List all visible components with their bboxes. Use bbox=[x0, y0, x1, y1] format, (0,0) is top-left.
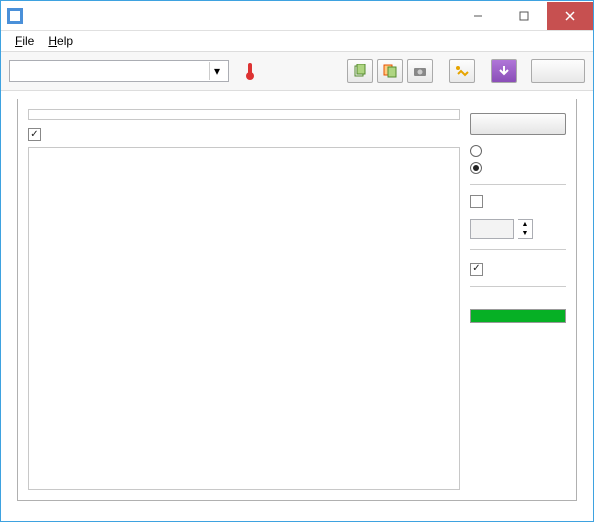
checkbox-icon bbox=[28, 128, 41, 141]
rw-radiogroup bbox=[470, 143, 566, 174]
screenshot-button[interactable] bbox=[407, 59, 433, 83]
progress-bar bbox=[470, 309, 566, 323]
temperature-display bbox=[243, 61, 261, 81]
align-checkbox[interactable] bbox=[470, 260, 566, 276]
drive-select[interactable]: ▾ bbox=[9, 60, 229, 82]
checkbox-icon bbox=[470, 195, 483, 208]
thermometer-icon bbox=[243, 61, 257, 81]
minimize-button[interactable] bbox=[455, 2, 501, 30]
copy-info-button[interactable] bbox=[347, 59, 373, 83]
stroke-stepper[interactable]: ▲▼ bbox=[518, 219, 533, 239]
start-button[interactable] bbox=[470, 113, 566, 135]
throughput-chart bbox=[28, 147, 460, 490]
app-icon bbox=[7, 8, 23, 24]
checkbox-icon bbox=[470, 263, 483, 276]
chevron-down-icon: ▾ bbox=[209, 62, 224, 80]
save-button[interactable] bbox=[491, 59, 517, 83]
menu-help[interactable]: Help bbox=[42, 32, 79, 50]
options-button[interactable] bbox=[449, 59, 475, 83]
cache-checkbox[interactable] bbox=[28, 128, 460, 141]
maximize-button[interactable] bbox=[501, 2, 547, 30]
titlebar bbox=[1, 1, 593, 31]
menu-file[interactable]: File bbox=[9, 32, 40, 50]
copy-screenshot-button[interactable] bbox=[377, 59, 403, 83]
menubar: File Help bbox=[1, 31, 593, 51]
short-stroke-checkbox[interactable] bbox=[470, 195, 566, 211]
exit-button[interactable] bbox=[531, 59, 585, 83]
write-radio[interactable] bbox=[470, 160, 566, 174]
toolbar: ▾ bbox=[1, 51, 593, 91]
stroke-value-input bbox=[470, 219, 514, 239]
close-button[interactable] bbox=[547, 2, 593, 30]
read-radio[interactable] bbox=[470, 143, 566, 157]
results-table bbox=[28, 109, 460, 120]
